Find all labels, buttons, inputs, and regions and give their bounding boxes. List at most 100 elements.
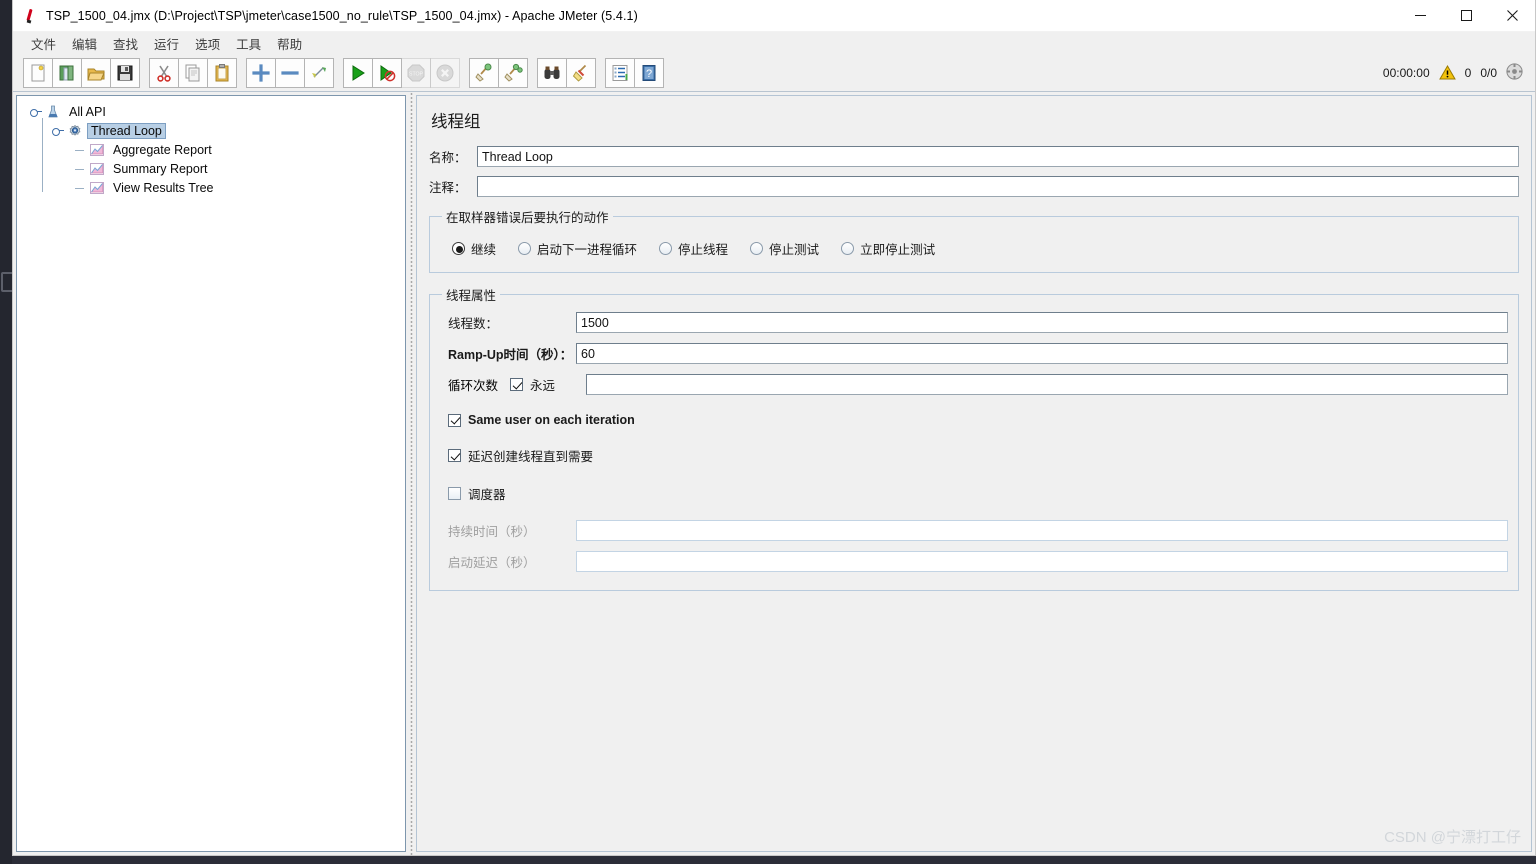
checkbox-icon: [448, 487, 461, 500]
name-field-row: 名称：: [429, 146, 1519, 167]
name-input[interactable]: [477, 146, 1519, 167]
startup-delay-label: 启动延迟（秒）: [448, 556, 536, 570]
function-list-icon: [612, 64, 628, 81]
tree-node-label: Thread Loop: [87, 122, 166, 139]
scissors-icon: [157, 65, 171, 82]
minimize-button[interactable]: [1397, 0, 1443, 32]
menu-file[interactable]: 文件: [23, 32, 64, 55]
radio-mark-icon: [452, 242, 465, 255]
expand-handle-icon[interactable]: [51, 124, 65, 138]
menu-edit[interactable]: 编辑: [64, 32, 105, 55]
delayed-start-checkbox[interactable]: 延迟创建线程直到需要: [448, 446, 593, 465]
broom-yellow-icon: [572, 64, 587, 82]
desktop-left-strip: [0, 0, 12, 864]
maximize-button[interactable]: [1443, 0, 1489, 32]
tree-node-all-api[interactable]: All API: [29, 102, 405, 121]
jmeter-feather-icon: [22, 8, 38, 24]
main-split: All API Thread Loop Aggregate Report Sum…: [13, 92, 1535, 855]
same-user-checkbox[interactable]: Same user on each iteration: [448, 413, 635, 427]
tree-node-view-results-tree[interactable]: View Results Tree: [73, 178, 405, 197]
listener-chart-icon: [89, 142, 105, 158]
test-plan-tree[interactable]: All API Thread Loop Aggregate Report Sum…: [16, 95, 406, 852]
radio-stop-thread[interactable]: 停止线程: [659, 239, 728, 258]
startup-delay-row: 启动延迟（秒）: [440, 551, 1508, 572]
duration-label: 持续时间（秒）: [448, 525, 536, 539]
radio-mark-icon: [841, 242, 855, 255]
menu-options[interactable]: 选项: [187, 32, 228, 55]
tree-branch-line: [73, 143, 87, 157]
clear-button[interactable]: [469, 57, 499, 88]
toolbar-group-run: STOP: [343, 57, 460, 88]
warning-count: 0: [1464, 65, 1472, 80]
tree-node-aggregate-report[interactable]: Aggregate Report: [73, 140, 405, 159]
scheduler-checkbox[interactable]: 调度器: [448, 484, 506, 503]
templates-button[interactable]: [52, 57, 82, 88]
radio-label: 启动下一进程循环: [537, 243, 638, 257]
open-folder-icon: [87, 68, 105, 80]
new-button[interactable]: [23, 57, 53, 88]
start-no-pauses-button[interactable]: [372, 57, 402, 88]
name-label: 名称：: [429, 151, 467, 165]
thread-properties-group: 线程属性 线程数： Ramp-Up时间（秒）： 循环次数 永远: [429, 285, 1519, 591]
stop-button[interactable]: STOP: [401, 57, 431, 88]
collapse-all-button[interactable]: [275, 57, 305, 88]
svg-text:STOP: STOP: [409, 71, 424, 77]
scheduler-row: 调度器: [440, 484, 1508, 503]
comment-input[interactable]: [477, 176, 1519, 197]
radio-mark-icon: [518, 242, 532, 255]
open-button[interactable]: [81, 57, 111, 88]
tree-node-thread-loop[interactable]: Thread Loop: [51, 121, 405, 140]
comment-label: 注释：: [429, 181, 467, 195]
splitter-grip: [409, 92, 413, 855]
start-button[interactable]: [343, 57, 373, 88]
radio-stop-test[interactable]: 停止测试: [750, 239, 819, 258]
menu-help[interactable]: 帮助: [269, 32, 310, 55]
loop-forever-label: 永远: [530, 379, 556, 393]
gear-circle-icon[interactable]: [1506, 62, 1523, 83]
ramp-up-row: Ramp-Up时间（秒）：: [440, 343, 1508, 364]
new-document-icon: [31, 64, 45, 81]
radio-mark-icon: [750, 242, 764, 255]
radio-stop-test-now[interactable]: 立即停止测试: [841, 239, 935, 258]
reset-search-button[interactable]: [566, 57, 596, 88]
jmeter-window: TSP_1500_04.jmx (D:\Project\TSP\jmeter\c…: [12, 0, 1536, 856]
panel-splitter[interactable]: [406, 92, 416, 855]
tree-node-summary-report[interactable]: Summary Report: [73, 159, 405, 178]
menu-run[interactable]: 运行: [146, 32, 187, 55]
radio-start-next-loop[interactable]: 启动下一进程循环: [518, 239, 637, 258]
ramp-up-input[interactable]: [576, 343, 1508, 364]
function-helper-button[interactable]: [605, 57, 635, 88]
loop-forever-checkbox[interactable]: 永远: [510, 375, 576, 394]
menu-tools[interactable]: 工具: [228, 32, 269, 55]
duration-input[interactable]: [576, 520, 1508, 541]
clear-all-button[interactable]: [498, 57, 528, 88]
startup-delay-input[interactable]: [576, 551, 1508, 572]
loop-count-input[interactable]: [586, 374, 1508, 395]
toggle-button[interactable]: [304, 57, 334, 88]
search-button[interactable]: [537, 57, 567, 88]
cut-button[interactable]: [149, 57, 179, 88]
num-threads-row: 线程数：: [440, 312, 1508, 333]
expand-handle-icon[interactable]: [29, 105, 43, 119]
copy-button[interactable]: [178, 57, 208, 88]
close-button[interactable]: [1489, 0, 1535, 32]
floppy-disk-icon: [117, 65, 133, 80]
listener-chart-icon: [89, 161, 105, 177]
paste-button[interactable]: [207, 57, 237, 88]
templates-icon: [59, 65, 74, 80]
num-threads-input[interactable]: [576, 312, 1508, 333]
expand-all-button[interactable]: [246, 57, 276, 88]
menu-search[interactable]: 查找: [105, 32, 146, 55]
tree-branch-line: [73, 181, 87, 195]
shutdown-x-icon: [436, 64, 454, 81]
shutdown-button[interactable]: [430, 57, 460, 88]
copy-pages-icon: [185, 64, 200, 81]
plus-icon: [252, 63, 270, 82]
window-controls: [1397, 0, 1535, 32]
help-button[interactable]: ?: [634, 57, 664, 88]
duration-row: 持续时间（秒）: [440, 520, 1508, 541]
save-button[interactable]: [110, 57, 140, 88]
radio-continue[interactable]: 继续: [452, 239, 496, 258]
ramp-up-label: Ramp-Up时间（秒）：: [448, 348, 573, 362]
scheduler-label: 调度器: [468, 488, 506, 502]
